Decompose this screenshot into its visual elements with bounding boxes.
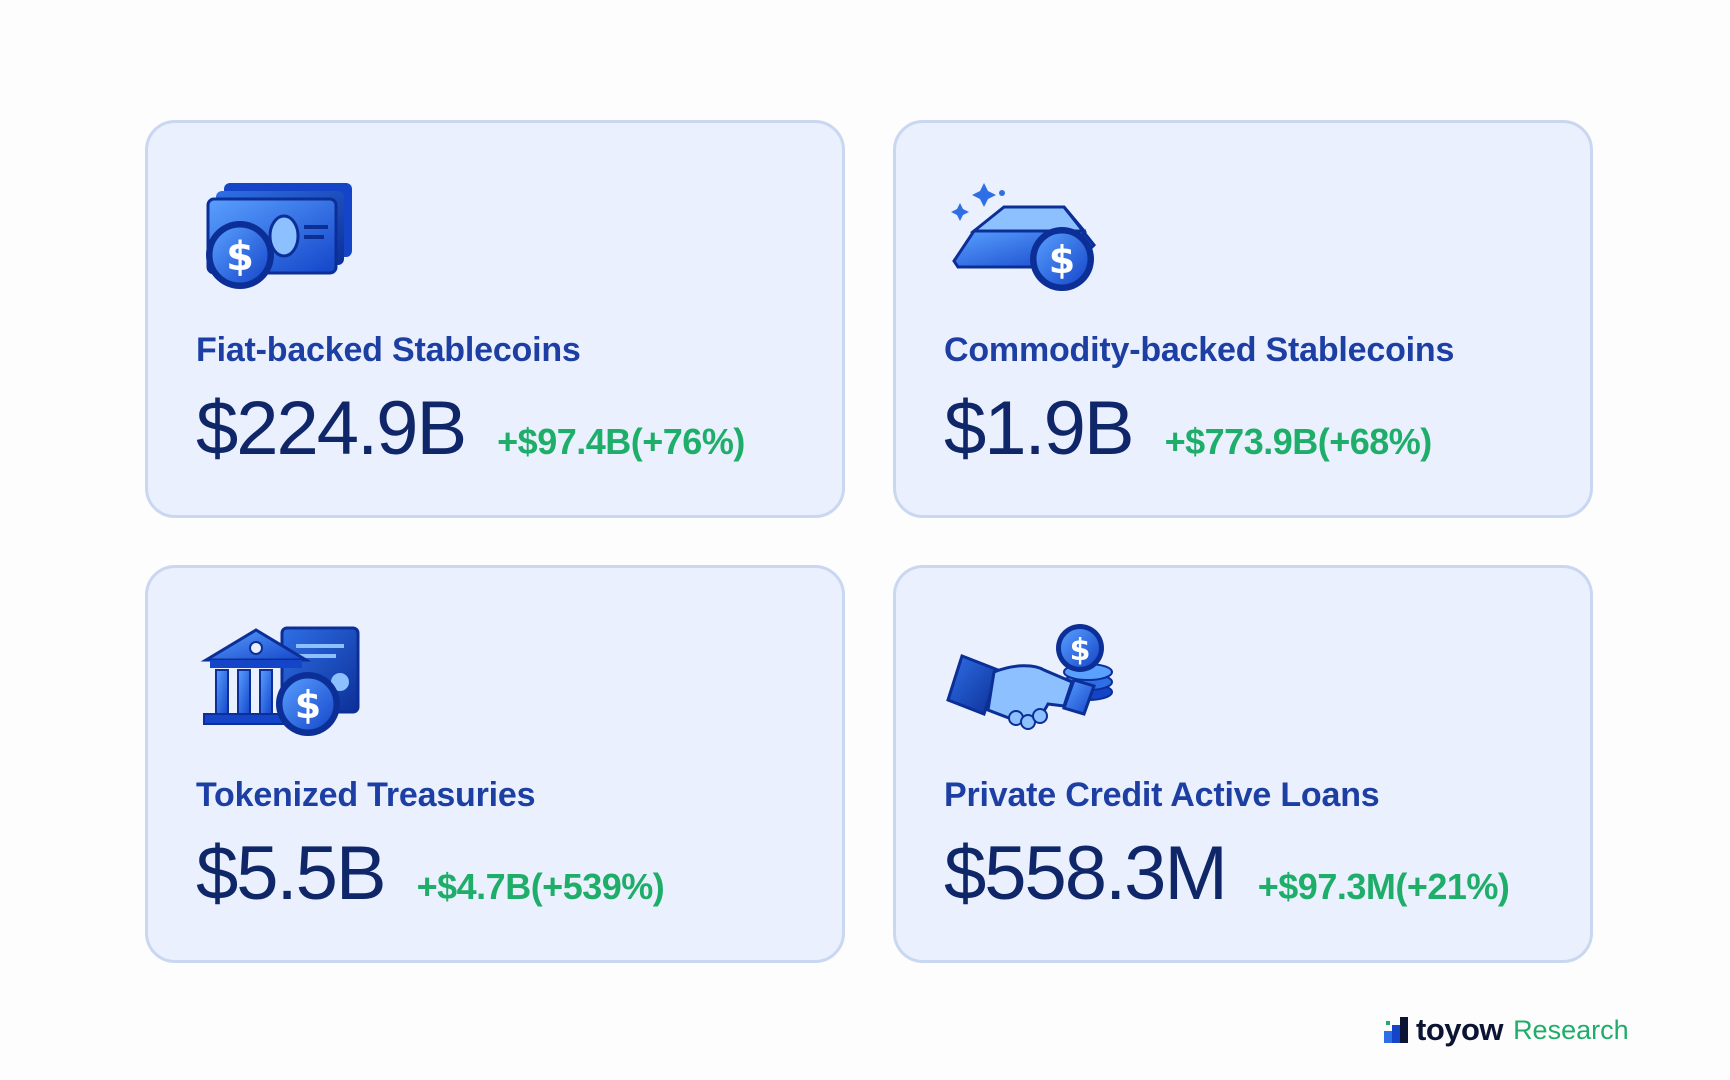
brand-name: toyow (1416, 1012, 1504, 1047)
toyow-logo-icon (1384, 1017, 1408, 1043)
svg-text:$: $ (1070, 633, 1091, 668)
card-change: +$773.9B(+68%) (1164, 421, 1433, 462)
card-change: +$97.4B(+76%) (497, 421, 745, 462)
svg-text:$: $ (295, 683, 321, 727)
svg-text:$: $ (1049, 238, 1075, 282)
brand-suffix: Research (1513, 1014, 1629, 1045)
card-title: Tokenized Treasuries (196, 776, 536, 814)
tokenized-treasuries-card: $ Tokenized Treasuries $5.5B +$4.7B(+539… (145, 565, 845, 963)
commodity-backed-card: $ Commodity-backed Stablecoins $1.9B +$7… (893, 120, 1593, 518)
value-row: $558.3M +$97.3M(+21%) (944, 830, 1510, 917)
card-value: $1.9B (944, 386, 1135, 471)
value-row: $1.9B +$773.9B(+68%) (944, 385, 1432, 472)
card-title: Fiat-backed Stablecoins (196, 331, 581, 369)
card-title: Commodity-backed Stablecoins (944, 331, 1455, 369)
private-credit-card: $ Private Credit Active Loans $558.3M +$… (893, 565, 1593, 963)
gold-bar-coin-icon: $ (944, 175, 1114, 295)
card-change: +$4.7B(+539%) (416, 866, 665, 907)
handshake-coin-icon: $ (944, 620, 1114, 740)
card-change: +$97.3M(+21%) (1257, 866, 1510, 907)
brand-footer: toyow Research (1384, 1012, 1629, 1048)
fiat-backed-card: $ Fiat-backed Stablecoins $224.9B +$97.4… (145, 120, 845, 518)
cash-coin-icon: $ (196, 175, 366, 295)
value-row: $224.9B +$97.4B(+76%) (196, 385, 745, 472)
card-title: Private Credit Active Loans (944, 776, 1380, 814)
card-value: $224.9B (196, 386, 467, 471)
svg-text:$: $ (226, 234, 254, 280)
value-row: $5.5B +$4.7B(+539%) (196, 830, 665, 917)
bank-certificate-coin-icon: $ (196, 620, 366, 740)
card-value: $558.3M (944, 831, 1228, 916)
card-value: $5.5B (196, 831, 387, 916)
